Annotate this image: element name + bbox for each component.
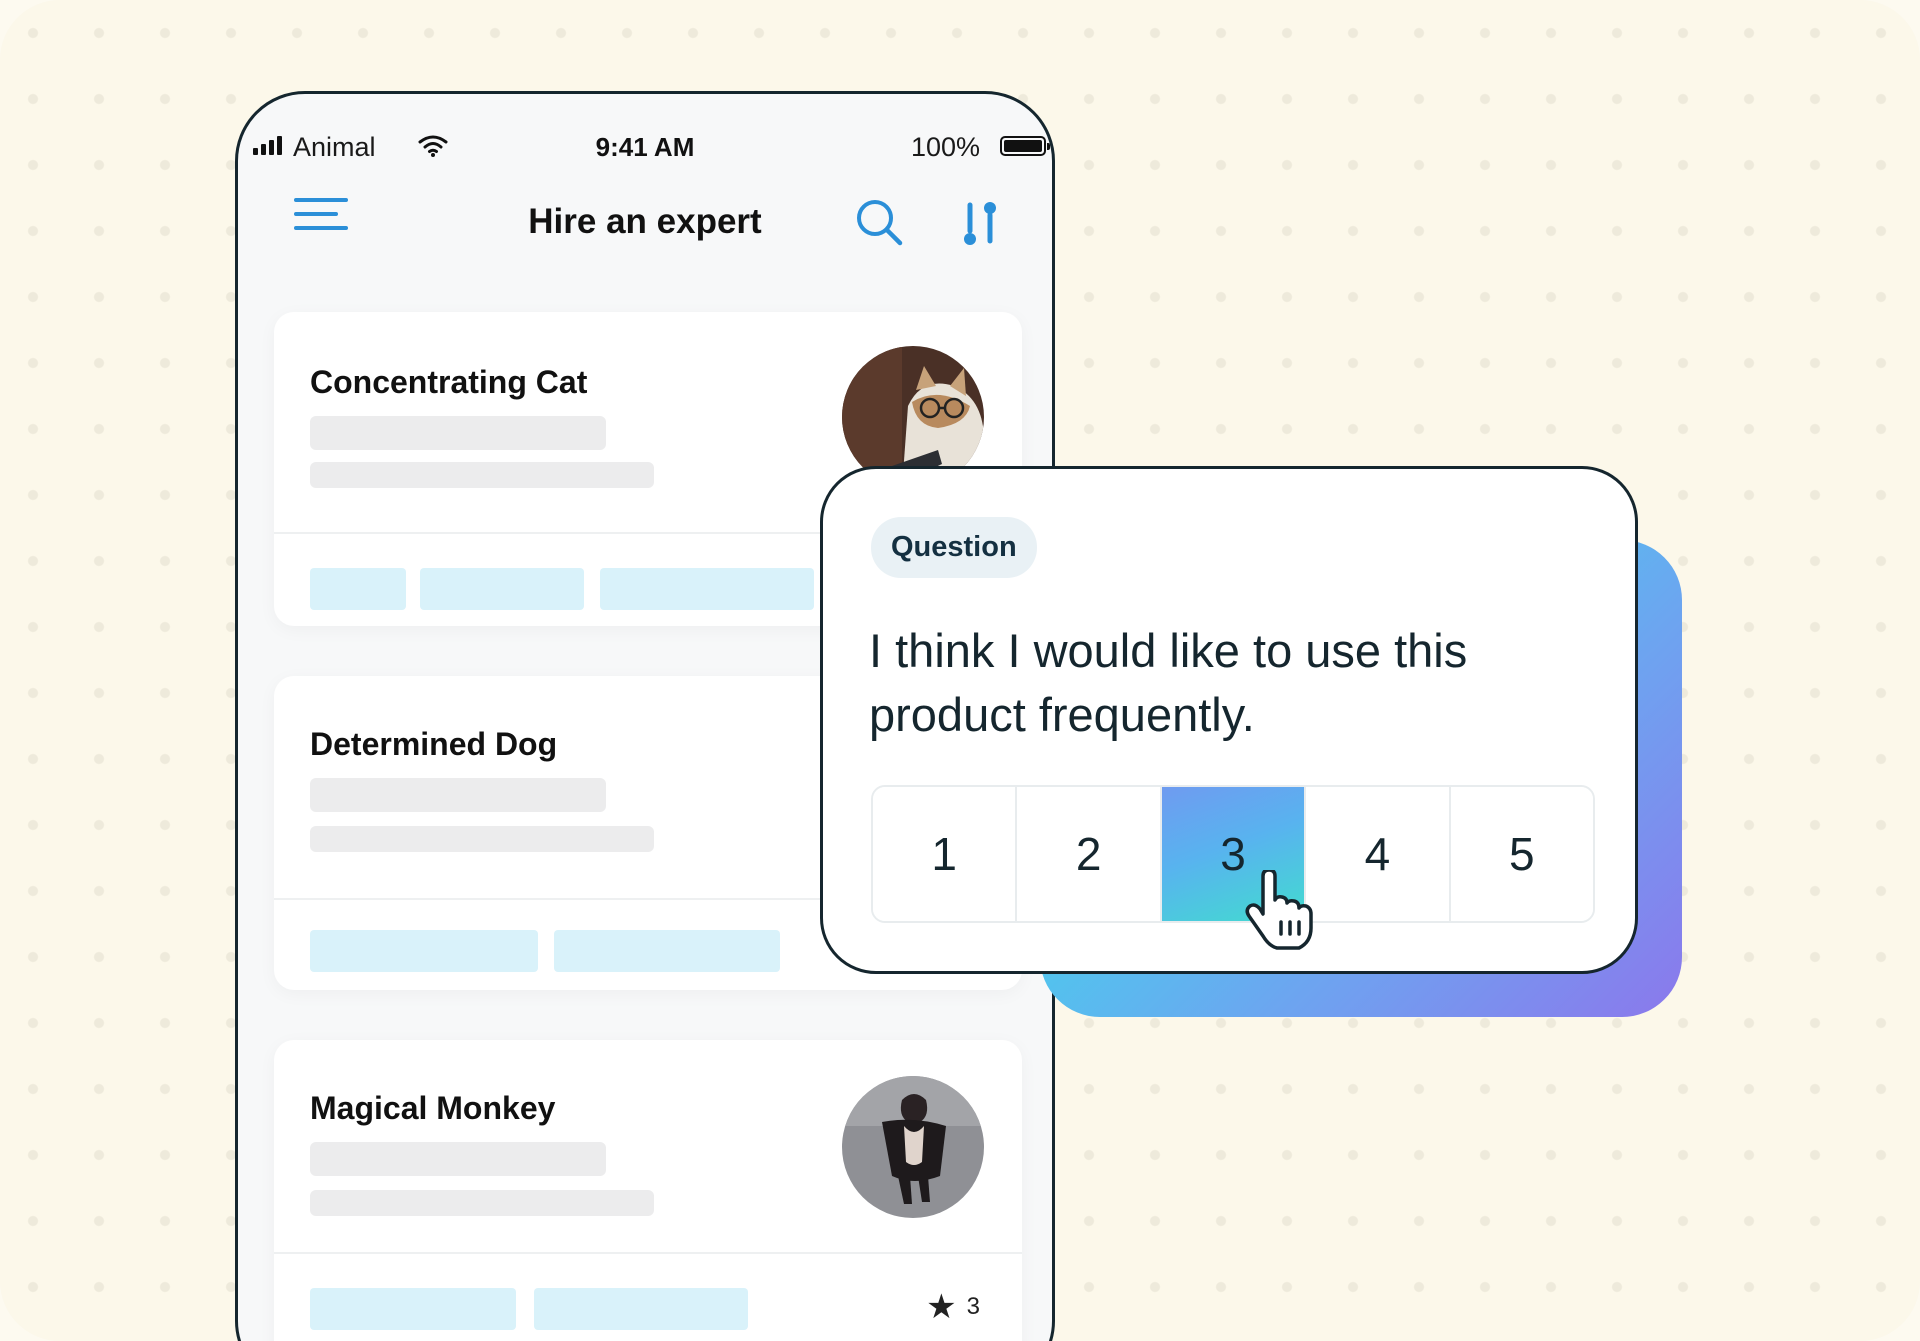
battery-icon [1000,136,1050,156]
background-canvas: Animal 9:41 AM 100% Hire an expert Conce… [0,0,1920,1341]
expert-name: Determined Dog [310,726,558,762]
page-title: Hire an expert [528,202,762,241]
scale-option-1[interactable]: 1 [873,787,1018,921]
skeleton-line [310,778,606,812]
tag-chip [554,930,780,972]
monkey-avatar [842,1076,984,1218]
search-icon[interactable] [854,197,906,249]
question-badge: Question [871,517,1037,578]
skeleton-line [310,462,654,488]
scale-option-2[interactable]: 2 [1017,787,1162,921]
rating: ★ 3 [926,1290,980,1324]
battery-percent: 100% [910,132,980,162]
tag-chip [310,1288,516,1330]
star-icon: ★ [926,1288,957,1326]
status-bar: Animal 9:41 AM 100% [238,94,1052,184]
tag-chip [310,930,538,972]
tag-chip [534,1288,748,1330]
expert-name: Concentrating Cat [310,364,588,400]
expert-name: Magical Monkey [310,1090,556,1126]
question-card: Question I think I would like to use thi… [820,466,1638,974]
sort-filter-icon[interactable] [961,201,1001,247]
skeleton-line [310,1142,606,1176]
question-text: I think I would like to use this product… [869,624,1468,741]
scale-option-4[interactable]: 4 [1306,787,1451,921]
scale-option-5[interactable]: 5 [1450,787,1593,921]
skeleton-line [310,826,654,852]
tag-chip [310,568,406,610]
rating-scale: 1 2 3 4 5 [871,785,1595,923]
tag-chip [420,568,584,610]
tag-chip [600,568,814,610]
skeleton-line [310,416,606,450]
skeleton-line [310,1190,654,1216]
card-divider [274,1252,1022,1254]
hand-pointer-cursor-icon [1245,870,1313,950]
rating-value: 3 [966,1293,980,1320]
expert-card[interactable]: Magical Monkey ★ 3 [274,1040,1022,1341]
